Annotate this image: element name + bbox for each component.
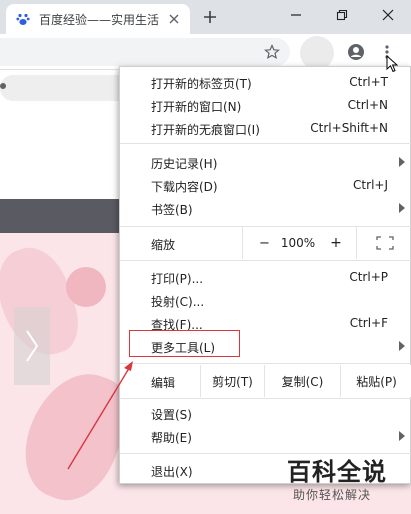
- submenu-arrow-icon: [399, 157, 405, 167]
- watermark-subtitle: 助你轻松解决: [293, 488, 372, 502]
- menu-item-print[interactable]: 打印(P)... Ctrl+P: [120, 266, 411, 289]
- fullscreen-icon: [375, 236, 394, 250]
- blurred-search-area: [0, 75, 132, 101]
- chrome-menu: 打开新的标签页(T) Ctrl+T 打开新的窗口(N) Ctrl+N 打开新的无…: [119, 66, 411, 484]
- browser-tab[interactable]: 百度经验——实用生活: [6, 4, 190, 34]
- submenu-arrow-icon: [399, 203, 405, 213]
- menu-item-downloads[interactable]: 下载内容(D) Ctrl+J: [120, 174, 411, 197]
- page-dot: [0, 83, 6, 89]
- menu-item-shortcut: Ctrl+Shift+N: [310, 121, 388, 135]
- menu-item-shortcut: Ctrl+F: [349, 316, 388, 330]
- plus-icon: [204, 11, 216, 23]
- menu-item-label: 历史记录(H): [151, 157, 218, 171]
- highlight-box: [129, 330, 240, 357]
- menu-item-label: 设置(S): [151, 408, 192, 422]
- menu-item-label: 投射(C)...: [151, 295, 205, 309]
- edit-row: 编辑 剪切(T) 复制(C) 粘贴(P): [120, 365, 411, 397]
- carousel-next-button[interactable]: [14, 307, 50, 385]
- browser-toolbar: [0, 34, 411, 70]
- menu-item-shortcut: Ctrl+P: [349, 270, 388, 284]
- mouse-cursor-icon: [386, 55, 398, 73]
- watermark-title: 百科全说: [287, 458, 387, 486]
- tab-title: 百度经验——实用生活: [39, 12, 160, 27]
- menu-item-history[interactable]: 历史记录(H): [120, 151, 411, 174]
- bookmark-star-icon[interactable]: [262, 42, 282, 62]
- zoom-level: 100%: [280, 236, 316, 250]
- banner-flower: [66, 267, 106, 307]
- submenu-arrow-icon: [399, 431, 405, 441]
- minimize-icon: [291, 14, 301, 16]
- menu-item-label: 帮助(E): [151, 431, 192, 445]
- fullscreen-button[interactable]: [356, 227, 411, 259]
- zoom-label: 缩放: [151, 238, 176, 252]
- paw-icon: [15, 11, 31, 27]
- menu-item-help[interactable]: 帮助(E): [120, 425, 411, 448]
- menu-item-shortcut: Ctrl+T: [349, 75, 388, 89]
- menu-item-cast[interactable]: 投射(C)...: [120, 289, 411, 312]
- menu-item-bookmarks[interactable]: 书签(B): [120, 197, 411, 220]
- chevron-right-icon: [26, 330, 39, 362]
- close-window-button[interactable]: [365, 0, 411, 30]
- profile-icon[interactable]: [346, 42, 366, 62]
- address-bar[interactable]: [0, 38, 290, 66]
- watermark: 百科全说 助你轻松解决: [281, 452, 407, 506]
- menu-item-shortcut: Ctrl+J: [353, 178, 388, 192]
- menu-item-shortcut: Ctrl+N: [347, 98, 388, 112]
- menu-item-new-tab[interactable]: 打开新的标签页(T) Ctrl+T: [120, 71, 411, 94]
- menu-item-label: 书签(B): [151, 203, 193, 217]
- cut-button[interactable]: 剪切(T): [200, 365, 264, 397]
- submenu-arrow-icon: [399, 341, 405, 351]
- minimize-button[interactable]: [273, 0, 319, 30]
- restore-icon: [336, 9, 348, 21]
- menu-divider: [120, 363, 411, 364]
- menu-item-label: 打开新的标签页(T): [151, 77, 252, 91]
- zoom-in-button[interactable]: +: [318, 227, 354, 259]
- menu-item-label: 下载内容(D): [151, 180, 218, 194]
- menu-item-new-window[interactable]: 打开新的窗口(N) Ctrl+N: [120, 94, 411, 117]
- menu-item-label: 打开新的窗口(N): [151, 100, 242, 114]
- zoom-row: 缩放 − 100% +: [120, 227, 411, 259]
- blurred-extension-area: [300, 36, 334, 70]
- menu-item-label: 打开新的无痕窗口(I): [151, 123, 260, 137]
- menu-item-incognito-window[interactable]: 打开新的无痕窗口(I) Ctrl+Shift+N: [120, 117, 411, 140]
- copy-button[interactable]: 复制(C): [264, 365, 340, 397]
- tab-close-icon[interactable]: [166, 11, 182, 27]
- close-icon: [382, 9, 394, 21]
- restore-button[interactable]: [319, 0, 365, 30]
- tab-strip: 百度经验——实用生活: [0, 0, 411, 34]
- menu-item-settings[interactable]: 设置(S): [120, 402, 411, 425]
- menu-divider: [120, 260, 411, 261]
- menu-divider: [120, 143, 411, 144]
- paste-button[interactable]: 粘贴(P): [340, 365, 411, 397]
- menu-item-label: 打印(P)...: [151, 272, 204, 286]
- new-tab-button[interactable]: [199, 6, 221, 28]
- menu-item-label: 退出(X): [151, 465, 193, 479]
- edit-label: 编辑: [151, 376, 176, 390]
- menu-divider: [120, 398, 411, 399]
